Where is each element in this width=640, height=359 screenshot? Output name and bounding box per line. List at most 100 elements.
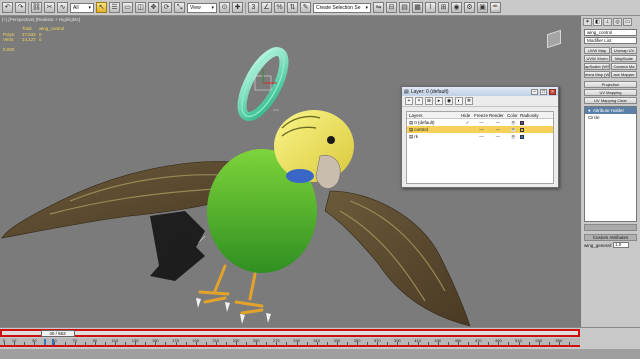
surface-mapper-button[interactable]: ace Mapper — [611, 71, 637, 78]
add-to-layer-icon[interactable]: ⊕ — [425, 97, 433, 105]
select-object-icon[interactable]: ↖ — [96, 2, 107, 13]
select-by-name-icon[interactable]: ☰ — [109, 2, 120, 13]
undo-icon[interactable]: ↶ — [2, 2, 13, 13]
layer-manager-icon[interactable]: ▤ — [399, 2, 410, 13]
pivot-icon[interactable]: ⊙ — [219, 2, 230, 13]
redo-icon[interactable]: ↷ — [15, 2, 26, 13]
column-header-layers[interactable]: Layers — [409, 113, 461, 118]
angle-snap-icon[interactable]: ∠ — [261, 2, 272, 13]
selection-filter-select[interactable]: All ▾ — [70, 2, 94, 13]
layer-row[interactable]: ▤ 0 (default) ✓ — — ☕ — [407, 119, 553, 126]
uv-mapping-button[interactable]: UV Mapping — [584, 89, 637, 96]
render-icon[interactable]: ☕ — [490, 2, 501, 13]
light-bulb-icon[interactable]: ● — [588, 108, 591, 114]
snap-3d-icon[interactable]: 3 — [248, 2, 259, 13]
timeline-tick — [367, 342, 369, 345]
hide-all-icon[interactable]: ◐ — [455, 97, 463, 105]
render-setup-icon[interactable]: ⚙ — [464, 2, 475, 13]
projection-button[interactable]: Projection — [584, 81, 637, 88]
animation-key[interactable] — [52, 339, 55, 345]
create-tab-icon[interactable]: ✶ — [583, 18, 592, 26]
named-selection-set-select[interactable]: Create Selection Se ▾ — [313, 2, 371, 13]
uvw-xform-button[interactable]: UVW Xform — [584, 55, 610, 62]
layer-freeze-toggle[interactable]: — — [489, 127, 507, 132]
reference-coord-select[interactable]: View ▾ — [187, 2, 217, 13]
move-icon[interactable]: ✥ — [148, 2, 159, 13]
layer-hide-toggle[interactable]: — — [474, 134, 489, 139]
display-tab-icon[interactable]: ▭ — [623, 18, 632, 26]
layer-hide-toggle[interactable]: — — [474, 127, 489, 132]
unlink-icon[interactable]: ✂ — [44, 2, 55, 13]
unwrap-uvw-button[interactable]: Unwrap UV — [611, 47, 637, 54]
trackbar[interactable]: 0 10 30 50 70 90 110 130 150 170 190 210 230 250 270 29… — [0, 338, 580, 347]
column-header-render[interactable]: Render — [489, 113, 507, 118]
column-header-radiosity[interactable]: Radiosity — [520, 113, 539, 118]
layer-freeze-toggle[interactable]: — — [489, 134, 507, 139]
link-icon[interactable]: ⛓ — [31, 2, 42, 13]
timeline-tick-label: 490 — [495, 338, 502, 343]
graphite-ribbon-icon[interactable]: ▦ — [412, 2, 423, 13]
column-header-hide[interactable]: Hide — [461, 113, 474, 118]
layer-freeze-toggle[interactable]: — — [489, 120, 507, 125]
region-select-icon[interactable]: ▭ — [122, 2, 133, 13]
select-objects-in-layer-icon[interactable]: ▸ — [435, 97, 443, 105]
camera-map-button[interactable]: Camera Ma — [611, 63, 637, 70]
time-slider[interactable]: 40 / 563 — [0, 329, 580, 337]
hierarchy-tab-icon[interactable]: ⊥ — [603, 18, 612, 26]
active-layer-check[interactable]: ✓ — [461, 120, 474, 126]
layer-color-swatch[interactable] — [520, 134, 524, 139]
spinner-snap-icon[interactable]: ⇅ — [287, 2, 298, 13]
layer-row-selected[interactable]: ▤ control — — ☕ — [407, 126, 553, 133]
uv-mapping-clear-button[interactable]: UV Mapping Clear — [584, 97, 637, 104]
bind-icon[interactable]: ∿ — [57, 2, 68, 13]
highlight-selected-icon[interactable]: ◉ — [445, 97, 453, 105]
layer-color-swatch[interactable] — [520, 120, 524, 125]
toolbar-separator — [245, 1, 246, 14]
select-manipulate-icon[interactable]: ✚ — [232, 2, 243, 13]
minimize-icon[interactable]: – — [531, 88, 538, 95]
create-layer-icon[interactable]: + — [405, 97, 413, 105]
stack-tools-bar[interactable] — [584, 224, 637, 231]
layer-dialog-titlebar[interactable]: ▤ Layer: 0 (default) – □ × — [402, 87, 558, 96]
freeze-all-icon[interactable]: ❄ — [465, 97, 473, 105]
mirror-icon[interactable]: ⇋ — [373, 2, 384, 13]
time-slider-thumb[interactable]: 40 / 563 — [40, 330, 75, 337]
mapscaler-button[interactable]: MapScale — [611, 55, 637, 62]
rotate-icon[interactable]: ⟳ — [161, 2, 172, 13]
close-icon[interactable]: × — [549, 88, 556, 95]
animation-key[interactable] — [44, 339, 47, 345]
modifier-list-dropdown[interactable]: Modifier List — [584, 37, 637, 44]
delete-layer-icon[interactable]: × — [415, 97, 423, 105]
maximize-icon[interactable]: □ — [540, 88, 547, 95]
camera-map-wsm-button[interactable]: mera Map (WS — [584, 71, 610, 78]
timeline-tick — [165, 342, 167, 345]
column-header-color[interactable]: Color — [507, 113, 520, 118]
curve-editor-icon[interactable]: ⌇ — [425, 2, 436, 13]
modify-tab-icon[interactable]: ◧ — [593, 18, 602, 26]
stack-item-circle[interactable]: Circle — [585, 114, 636, 121]
stack-item-attribute-holder[interactable]: ● Attribute Holder — [585, 107, 636, 114]
render-teapot-icon[interactable]: ☕ — [507, 127, 520, 133]
layer-color-swatch[interactable] — [520, 127, 524, 132]
scale-icon[interactable]: ⤡ — [174, 2, 185, 13]
layer-hide-toggle[interactable]: — — [474, 120, 489, 125]
render-teapot-icon[interactable]: ☕ — [507, 134, 520, 140]
window-crossing-icon[interactable]: ◫ — [135, 2, 146, 13]
layer-row[interactable]: ▤ rk — — ☕ — [407, 133, 553, 140]
mapscaler-wsm-button[interactable]: apScaler (WSM — [584, 63, 610, 70]
param-value-field[interactable]: 1,0 — [613, 242, 630, 248]
render-teapot-icon[interactable]: ☕ — [507, 120, 520, 126]
percent-snap-icon[interactable]: % — [274, 2, 285, 13]
object-name-field[interactable]: wing_control — [584, 29, 637, 36]
material-editor-icon[interactable]: ◉ — [451, 2, 462, 13]
edit-named-selection-icon[interactable]: ✎ — [300, 2, 311, 13]
schematic-view-icon[interactable]: ⊞ — [438, 2, 449, 13]
motion-tab-icon[interactable]: ◎ — [613, 18, 622, 26]
align-icon[interactable]: ⊟ — [386, 2, 397, 13]
perspective-viewport[interactable]: [+] [Perspective] [Realistic + Highlight… — [0, 16, 580, 327]
column-header-freeze[interactable]: Freeze — [474, 113, 489, 118]
wing-control-gizmo[interactable] — [234, 46, 293, 123]
rendered-frame-icon[interactable]: ▣ — [477, 2, 488, 13]
uvw-map-button[interactable]: UVW Map — [584, 47, 610, 54]
custom-attributes-rollout[interactable]: Custom Attributes — [584, 234, 637, 241]
